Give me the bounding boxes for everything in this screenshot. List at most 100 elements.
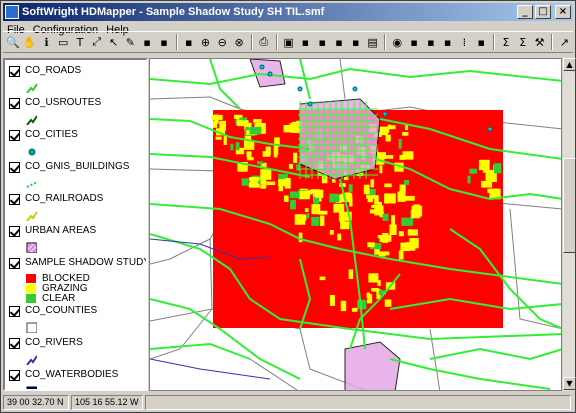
select-rect-icon[interactable]: ▭ — [55, 34, 71, 51]
zoom-area-icon[interactable]: 🔍 — [5, 34, 21, 51]
layer-visibility-checkbox[interactable] — [9, 258, 20, 269]
layer-visibility-checkbox[interactable] — [9, 194, 20, 205]
vertical-scrollbar[interactable]: ▲ ▼ — [562, 58, 576, 391]
layer-symbol-icon — [26, 211, 37, 221]
layer-visibility-checkbox[interactable] — [9, 226, 20, 237]
shadow-grazing-cell — [371, 288, 379, 292]
toolbar-separator — [175, 34, 178, 50]
shadow-grazing-cell — [235, 142, 240, 151]
pointer-icon[interactable]: ↖ — [106, 34, 122, 51]
layer-colors-icon[interactable]: ▪ — [181, 34, 197, 51]
maximize-button[interactable]: □ — [535, 5, 551, 19]
shadow-grazing-cell — [374, 195, 379, 205]
print-icon[interactable]: ⎙ — [256, 34, 272, 51]
layer-symbol-icon — [26, 355, 37, 365]
map-canvas[interactable] — [150, 59, 562, 391]
shadow-grazing-cell — [384, 155, 394, 159]
shadow-grazing-cell — [253, 119, 262, 123]
line-tool-icon[interactable]: ⤢ — [89, 34, 105, 51]
scroll-thumb[interactable] — [563, 158, 576, 253]
layer-folder-icon[interactable]: ▪ — [139, 34, 155, 51]
sum-plus-icon[interactable]: Σ — [515, 34, 531, 51]
shadow-grazing-cell — [413, 204, 421, 212]
wrench-icon[interactable]: ⚒ — [532, 34, 548, 51]
river-line — [150, 358, 271, 380]
class-swatch — [26, 293, 36, 303]
shadow-grazing-cell — [398, 139, 402, 149]
layer-visibility-checkbox[interactable] — [9, 338, 20, 349]
save-icon[interactable]: ▣ — [281, 34, 297, 51]
title-bar[interactable]: SoftWright HDMapper - Sample Shadow Stud… — [3, 3, 573, 21]
layer-name: CO_WATERBODIES — [25, 369, 119, 380]
text-tool-icon[interactable]: T — [72, 34, 88, 51]
shadow-grazing-cell — [384, 193, 396, 204]
layers-blue-icon[interactable]: ▪ — [423, 34, 439, 51]
shadow-grazing-cell — [219, 120, 226, 131]
shadow-grazing-cell — [311, 216, 320, 226]
shadow-grazing-cell — [478, 159, 490, 171]
shadow-grazing-cell — [407, 229, 418, 236]
scroll-down-arrow[interactable]: ▼ — [563, 377, 576, 390]
layer-visibility-checkbox[interactable] — [9, 130, 20, 141]
status-bar: 39 00 32.70 N 105 16 55.12 W — [3, 393, 573, 412]
layer-symbol-icon — [26, 242, 37, 253]
pin-icon[interactable]: ◉ — [389, 34, 405, 51]
shadow-grazing-cell — [391, 215, 395, 226]
layer-stack-icon[interactable]: ▪ — [156, 34, 172, 51]
layer-symbol-icon — [26, 386, 37, 389]
layers-green-icon[interactable]: ▪ — [440, 34, 456, 51]
shadow-grazing-cell — [257, 161, 263, 165]
layer-name: CO_ROADS — [25, 65, 82, 76]
shadow-grazing-cell — [403, 180, 410, 185]
layer-name: CO_COUNTIES — [25, 305, 98, 316]
layer-legend-panel[interactable]: CO_ROADS CO_USROUTES CO_CITIES CO_GNIS_BUIL… — [3, 58, 148, 391]
shadow-grazing-cell — [311, 204, 321, 215]
shadow-grazing-cell — [329, 230, 334, 235]
shadow-grazing-cell — [288, 163, 293, 169]
layer-visibility-checkbox[interactable] — [9, 66, 20, 77]
shadow-grazing-cell — [249, 126, 262, 135]
app-window: SoftWright HDMapper - Sample Shadow Stud… — [0, 0, 576, 413]
shadow-grazing-cell — [389, 224, 397, 235]
layer-visibility-checkbox[interactable] — [9, 98, 20, 109]
shadow-grazing-cell — [378, 252, 386, 257]
sum-icon[interactable]: Σ — [498, 34, 514, 51]
zoom-reset-icon[interactable]: ⊗ — [231, 34, 247, 51]
copy-icon[interactable]: ▪ — [298, 34, 314, 51]
export-icon[interactable]: ▪ — [314, 34, 330, 51]
layer-visibility-checkbox[interactable] — [9, 370, 20, 381]
city-dot — [267, 71, 273, 77]
layer-visibility-checkbox[interactable] — [9, 306, 20, 317]
zoom-out-icon[interactable]: ⊖ — [214, 34, 230, 51]
shadow-grazing-cell — [315, 189, 324, 198]
close-button[interactable]: × — [555, 5, 571, 19]
edit-tool-icon[interactable]: ✎ — [122, 34, 138, 51]
shadow-grazing-cell — [293, 152, 298, 163]
shadow-grazing-cell — [493, 163, 502, 174]
image-icon[interactable]: ▪ — [331, 34, 347, 51]
city-dot — [382, 111, 388, 117]
toolbar-separator — [384, 34, 387, 50]
shadow-grazing-cell — [329, 295, 335, 306]
help-arrow-icon[interactable]: ↗ — [556, 34, 572, 51]
info-icon[interactable]: ℹ — [39, 34, 55, 51]
layer-visibility-checkbox[interactable] — [9, 162, 20, 173]
grid-dots-icon[interactable]: ⁞ — [457, 34, 473, 51]
dxf-icon[interactable]: ▤ — [365, 34, 381, 51]
shadow-grazing-cell — [469, 168, 477, 174]
scroll-up-arrow[interactable]: ▲ — [563, 58, 576, 71]
map-view[interactable] — [149, 58, 562, 391]
layers-red-icon[interactable]: ▪ — [406, 34, 422, 51]
zoom-in-icon[interactable]: ⊕ — [198, 34, 214, 51]
minimize-button[interactable]: _ — [517, 5, 533, 19]
pan-hand-icon[interactable]: ✋ — [22, 34, 38, 51]
tag-icon[interactable]: ▪ — [348, 34, 364, 51]
legend-box-icon[interactable]: ▪ — [473, 34, 489, 51]
shadow-grazing-cell — [214, 114, 219, 124]
shadow-grazing-cell — [306, 213, 310, 219]
shadow-grazing-cell — [398, 231, 404, 237]
shadow-grazing-cell — [384, 299, 392, 307]
shadow-grazing-cell — [244, 140, 255, 150]
layer-name: CO_RAILROADS — [25, 193, 104, 204]
shadow-grazing-cell — [467, 175, 471, 184]
